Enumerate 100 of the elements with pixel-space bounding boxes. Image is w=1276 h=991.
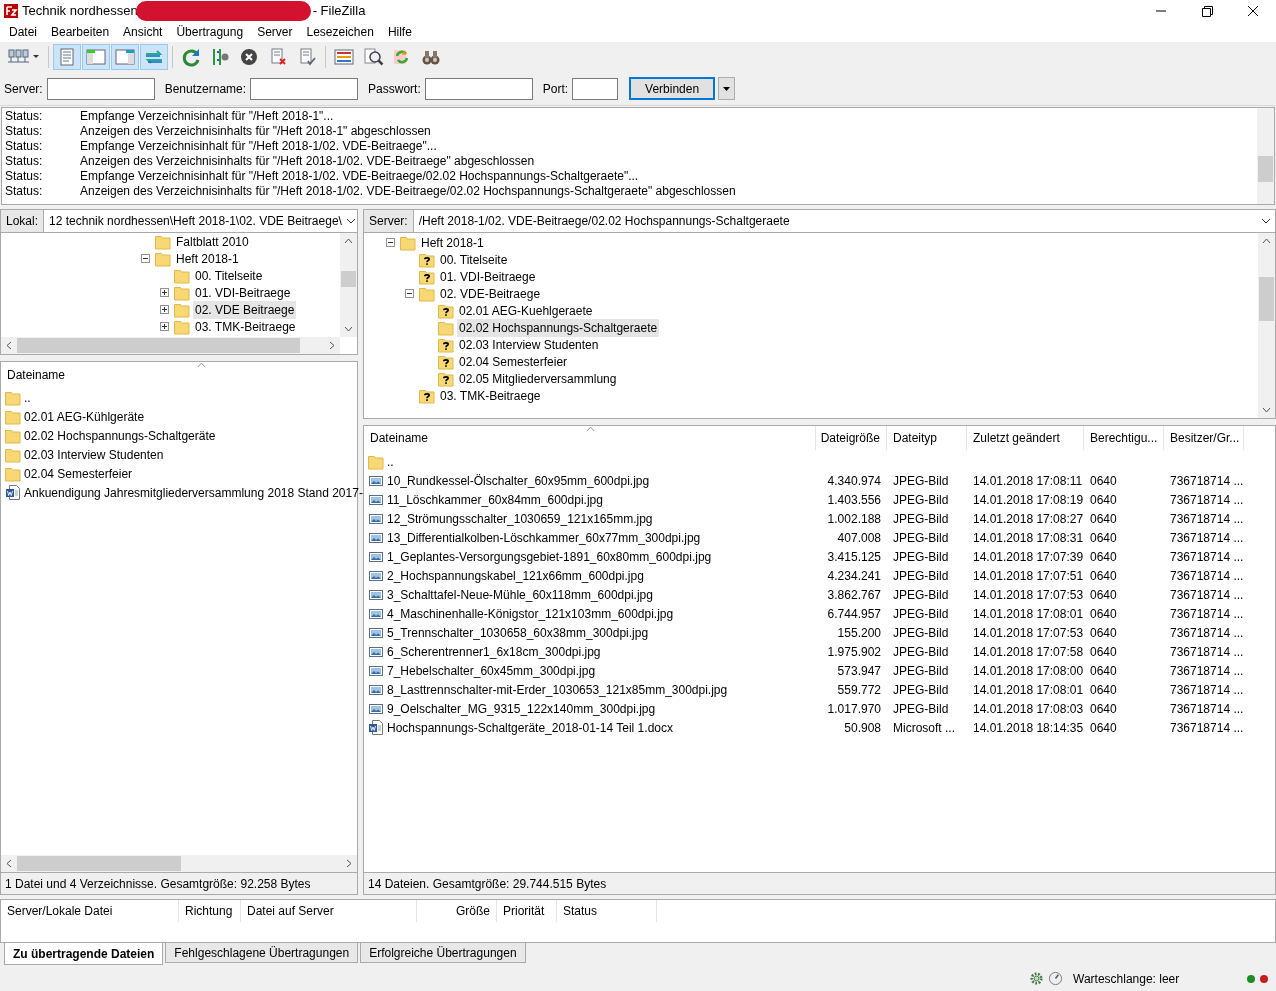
dropdown-button[interactable]	[718, 77, 736, 100]
input-field[interactable]	[250, 77, 359, 100]
menu-item[interactable]: Übertragung	[169, 23, 251, 41]
collapse-icon[interactable]	[386, 238, 395, 247]
menu-item[interactable]: Server	[250, 23, 300, 41]
file-name[interactable]: 5_Trennschalter_1030658_60x38mm_300dpi.jpg	[387, 623, 649, 642]
table-cell-text: JPEG-Bild	[893, 548, 949, 566]
scrollbar[interactable]	[1, 337, 340, 354]
scrollbar-thumb[interactable]	[341, 271, 356, 287]
tree-item[interactable]: 01. VDI-Beitraege	[438, 267, 538, 286]
column-header[interactable]: Zuletzt geändert	[967, 426, 1084, 450]
file-name[interactable]: Ankuendigung Jahresmitgliederversammlung 2018 Stand 2017-	[24, 483, 363, 502]
scrollbar-thumb[interactable]	[1259, 277, 1274, 321]
table-cell-text: JPEG-Bild	[893, 491, 949, 509]
file-name[interactable]: 2_Hochspannungskabel_121x66mm_600dpi.jpg	[387, 566, 644, 585]
column-header[interactable]: Dateityp	[887, 426, 967, 450]
file-name[interactable]: ..	[387, 452, 394, 471]
gear-icon[interactable]	[1029, 971, 1044, 986]
file-name[interactable]: 11_Löschkammer_60x84mm_600dpi.jpg	[387, 490, 603, 509]
input-field[interactable]	[572, 77, 619, 100]
collapse-icon[interactable]	[141, 254, 150, 263]
table-cell-text: 0640	[1090, 624, 1117, 642]
scrollbar[interactable]	[1, 855, 357, 872]
tree-item[interactable]: 02.03 Interview Studenten	[457, 335, 601, 354]
tree-item[interactable]: 02.02 Hochspannungs-Schaltgeraete	[457, 318, 660, 337]
scrollbar[interactable]	[1258, 233, 1275, 418]
collapse-icon[interactable]	[405, 289, 414, 298]
tree-item[interactable]: 02. VDE Beitraege	[193, 300, 297, 319]
file-name[interactable]: 02.04 Semesterfeier	[24, 464, 133, 483]
tree-item[interactable]: 03. TMK-Beitraege	[193, 317, 298, 336]
file-name[interactable]: 4_Maschinenhalle-Königstor_121x103mm_600dpi.jpg	[387, 604, 674, 623]
tab[interactable]: Zu übertragende Dateien	[4, 943, 164, 965]
tab[interactable]: Fehlgeschlagene Übertragungen	[165, 943, 359, 963]
tree-item[interactable]: Heft 2018-1	[419, 233, 486, 252]
scrollbar-thumb[interactable]	[17, 856, 181, 871]
input-field[interactable]	[46, 77, 155, 100]
menu-item[interactable]: Lesezeichen	[299, 23, 381, 41]
file-name[interactable]: 12_Strömungsschalter_1030659_121x165mm.jpg	[387, 509, 653, 528]
speed-dial-icon[interactable]	[1048, 971, 1063, 986]
file-name[interactable]: 02.03 Interview Studenten	[24, 445, 164, 464]
column-header[interactable]: Dateiname	[1, 366, 66, 386]
tree-item[interactable]: 02. VDE-Beitraege	[438, 284, 543, 303]
table-cell-text: 14.01.2018 17:08:03	[973, 700, 1084, 718]
menu-item[interactable]: Bearbeiten	[44, 23, 117, 41]
file-name[interactable]: 02.01 AEG-Kühlgeräte	[24, 407, 145, 426]
table-cell-text: JPEG-Bild	[893, 586, 949, 604]
file-name[interactable]: ..	[24, 388, 31, 407]
expand-icon[interactable]	[160, 305, 169, 314]
tree-item[interactable]: 02.04 Semesterfeier	[457, 352, 570, 371]
file-name[interactable]: 9_Oelschalter_MG_9315_122x140mm_300dpi.jpg	[387, 699, 656, 718]
column-header[interactable]: Server/Lokale Datei	[1, 900, 179, 922]
tree-item[interactable]: Faltblatt 2010	[174, 233, 251, 251]
column-header[interactable]: Berechtigu...	[1084, 426, 1164, 450]
tree-item[interactable]: 02.05 Mitgliederversammlung	[457, 369, 619, 388]
file-name[interactable]: 02.02 Hochspannungs-Schaltgeräte	[24, 426, 216, 445]
expand-icon[interactable]	[160, 288, 169, 297]
menu-item[interactable]: Ansicht	[116, 23, 170, 41]
column-header[interactable]: Dateiname	[364, 426, 816, 450]
file-name[interactable]: 1_Geplantes-Versorgungsgebiet-1891_60x80mm_600dpi.jpg	[387, 547, 712, 566]
remote-status-text: 14 Dateien. Gesamtgröße: 29.744.515 Bytes	[363, 873, 1276, 895]
file-name[interactable]: 3_Schalttafel-Neue-Mühle_60x118mm_600dpi.jpg	[387, 585, 653, 604]
expand-icon[interactable]	[160, 322, 169, 331]
connect-button[interactable]: Verbinden	[629, 77, 716, 100]
table-cell-text: JPEG-Bild	[893, 681, 949, 699]
tree-item[interactable]: 00. Titelseite	[193, 266, 265, 285]
file-name[interactable]: Hochspannungs-Schaltgeräte_2018-01-14 Teil 1.docx	[387, 718, 673, 737]
path-dropdown[interactable]: /Heft 2018-1/02. VDE-Beitraege/02.02 Hochspannungs-Schaltgeraete	[413, 210, 1275, 232]
log-message: Empfange Verzeichnisinhalt für "/Heft 2018-1/02. VDE-Beitraege"...	[80, 139, 437, 154]
tree-item[interactable]: 01. VDI-Beitraege	[193, 283, 293, 302]
menu-item[interactable]: Hilfe	[380, 23, 419, 41]
file-name[interactable]: 13_Differentialkolben-Löschkammer_60x77mm_300dpi.jpg	[387, 528, 701, 547]
log-label: Status:	[5, 184, 44, 199]
column-header[interactable]: Besitzer/Gr...	[1164, 426, 1244, 450]
column-header[interactable]: Status	[557, 900, 657, 922]
file-name[interactable]: 7_Hebelschalter_60x45mm_300dpi.jpg	[387, 661, 596, 680]
tab[interactable]: Erfolgreiche Übertragungen	[360, 943, 526, 963]
input-field[interactable]	[424, 77, 533, 100]
sort-indicator-icon	[197, 362, 206, 368]
table-cell-text: 14.01.2018 17:08:19	[973, 491, 1084, 509]
column-header[interactable]: Priorität	[497, 900, 557, 922]
column-header[interactable]: Größe	[417, 900, 497, 922]
scrollbar-thumb[interactable]	[17, 338, 300, 353]
scrollbar[interactable]	[340, 233, 357, 337]
folder-icon	[174, 318, 190, 335]
menu-item[interactable]: Datei	[2, 23, 44, 41]
table-cell-text: 14.01.2018 17:07:53	[973, 624, 1084, 642]
path-dropdown[interactable]: 12 technik nordhessen\Heft 2018-1\02. VDE Beitraege\	[44, 210, 360, 232]
column-header[interactable]: Datei auf Server	[241, 900, 417, 922]
scrollbar-thumb[interactable]	[1258, 156, 1273, 182]
tree-item[interactable]: 03. TMK-Beitraege	[438, 386, 543, 405]
column-header[interactable]: Dateigröße	[816, 426, 887, 450]
tree-item[interactable]: Heft 2018-1	[174, 249, 241, 268]
file-name[interactable]: 8_Lasttrennschalter-mit-Erder_1030653_121x85mm_300dpi.jpg	[387, 680, 728, 699]
file-name[interactable]: 6_Scherentrenner1_6x18cm_300dpi.jpg	[387, 642, 601, 661]
question-folder-icon	[438, 336, 454, 353]
tree-item[interactable]: 00. Titelseite	[438, 250, 510, 269]
tree-item[interactable]: 02.01 AEG-Kuehlgeraete	[457, 301, 595, 320]
file-name[interactable]: 10_Rundkessel-Ölschalter_60x95mm_600dpi.jpg	[387, 471, 650, 490]
column-header[interactable]: Richtung	[179, 900, 241, 922]
scrollbar[interactable]	[1257, 108, 1274, 204]
